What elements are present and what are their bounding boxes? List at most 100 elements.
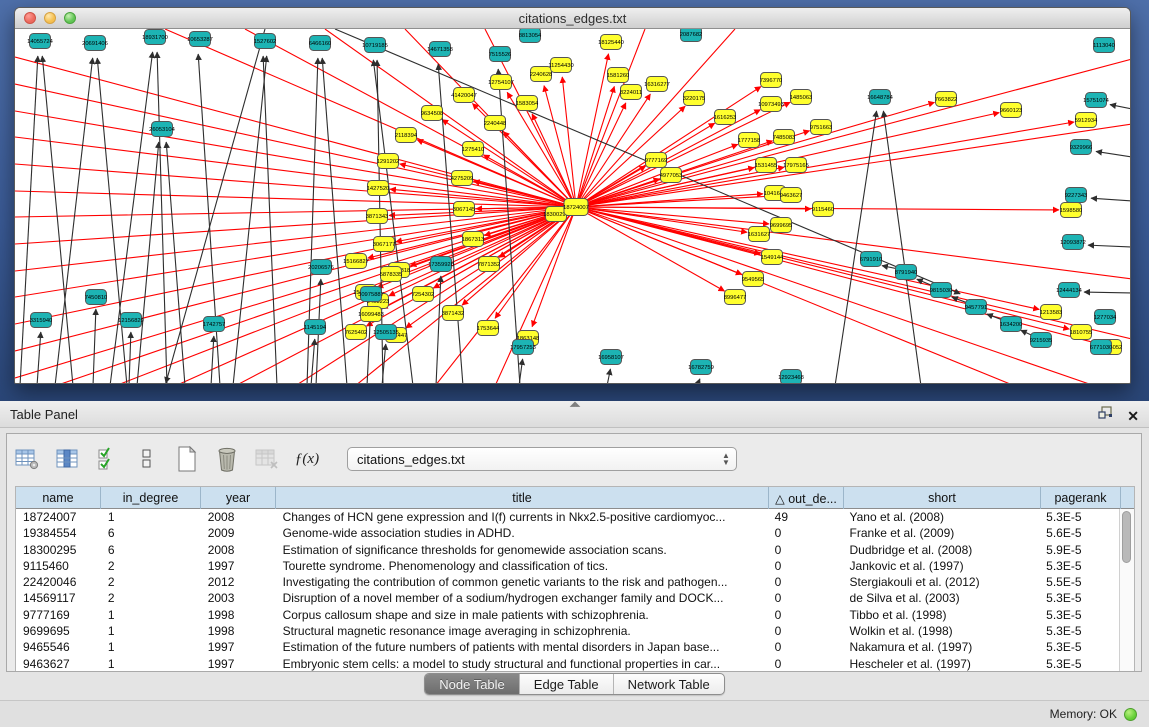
zoom-button[interactable] xyxy=(64,12,76,24)
graph-node-label: 1631627 xyxy=(748,232,771,238)
table-selector-dropdown[interactable]: citations_edges.txt ▲▼ xyxy=(347,447,737,471)
tab-node-table[interactable]: Node Table xyxy=(425,674,520,694)
table-cell: 1 xyxy=(101,623,201,639)
desktop-background: citations_edges.txt 22406281275410741420… xyxy=(0,0,1149,401)
table-cell: 2 xyxy=(101,590,201,606)
graph-node-label: 16958107 xyxy=(598,355,624,361)
new-file-icon[interactable] xyxy=(173,445,201,473)
graph-edge xyxy=(1096,151,1131,157)
table-row[interactable]: 1456911722003Disruption of a novel membe… xyxy=(16,590,1119,606)
graph-node-label: 14671358 xyxy=(427,47,453,53)
table-cell: 6 xyxy=(101,542,201,558)
graph-node-label: 18931700 xyxy=(142,35,168,41)
table-cell: 1 xyxy=(101,656,201,671)
graph-edge xyxy=(211,336,214,384)
table-row[interactable]: 2242004622012Investigating the contribut… xyxy=(16,574,1119,590)
function-builder-icon[interactable]: ƒ(x) xyxy=(293,445,321,473)
graph-node-label: 9463627 xyxy=(780,193,803,199)
table-cell: 2012 xyxy=(201,574,276,590)
column-header-in_degree[interactable]: in_degree xyxy=(101,487,201,509)
graph-node-label: 7450810 xyxy=(85,295,108,301)
delete-icon[interactable] xyxy=(213,445,241,473)
table-cell: Embryonic stem cells: a model to study s… xyxy=(276,656,768,671)
graph-node-label: 16316277 xyxy=(644,82,670,88)
table-row[interactable]: 1938455462009Genome-wide association stu… xyxy=(16,525,1119,541)
table-cell: 18300295 xyxy=(16,542,101,558)
delete-table-icon[interactable] xyxy=(253,445,281,473)
table-cell: Wolkin et al. (1998) xyxy=(843,623,1040,639)
graph-node-label: 8791940 xyxy=(895,270,918,276)
table-cell: 9463627 xyxy=(16,656,101,671)
graph-edge xyxy=(20,56,38,384)
graph-node-label: 1583054 xyxy=(516,101,539,107)
graph-node-label: 1810755 xyxy=(1070,330,1093,336)
graph-node-label: 6771030 xyxy=(1090,345,1113,351)
memory-status-indicator[interactable] xyxy=(1124,708,1137,721)
scrollbar-thumb[interactable] xyxy=(1122,511,1131,563)
table-cell: Franke et al. (2009) xyxy=(843,525,1040,541)
network-canvas[interactable]: 2240628127541074142004796345082118394129… xyxy=(15,29,1131,384)
network-window-titlebar[interactable]: citations_edges.txt xyxy=(15,8,1130,29)
graph-node-label: 16099483 xyxy=(358,312,384,318)
table-row[interactable]: 1872400712008Changes of HCN gene express… xyxy=(16,509,1119,525)
table-cell: 9115460 xyxy=(16,558,101,574)
table-cell: Changes of HCN gene expression and I(f) … xyxy=(276,509,768,525)
table-cell: 1 xyxy=(101,639,201,655)
table-cell: 0 xyxy=(768,623,843,639)
close-icon[interactable]: ✕ xyxy=(1127,408,1139,424)
graph-edge xyxy=(576,54,609,207)
table-panel-title: Table Panel xyxy=(0,407,78,422)
graph-node-label: 1485063 xyxy=(790,95,813,101)
table-row[interactable]: 977716911998Corpus callosum shape and si… xyxy=(16,607,1119,623)
graph-node-label: 7515526 xyxy=(489,52,512,58)
table-cell: 5.3E-5 xyxy=(1039,509,1119,525)
tab-edge-table[interactable]: Edge Table xyxy=(520,674,614,694)
table-row[interactable]: 969969511998Structural magnetic resonanc… xyxy=(16,623,1119,639)
table-panel-header: ◢◣ Table Panel ✕ xyxy=(0,401,1149,428)
column-header-out_de[interactable]: △ out_de... xyxy=(769,487,844,509)
graph-node-label: 8996477 xyxy=(724,295,747,301)
graph-node-label: 2240448 xyxy=(484,121,507,127)
tab-network-table[interactable]: Network Table xyxy=(614,674,724,694)
graph-node-label: 1427520 xyxy=(367,186,390,192)
panel-resize-handle[interactable]: ◢◣ xyxy=(569,402,581,408)
table-row[interactable]: 911546021997Tourette syndrome. Phenomeno… xyxy=(16,558,1119,574)
close-button[interactable] xyxy=(24,12,36,24)
graph-node-label: 1616253 xyxy=(714,115,737,121)
column-header-year[interactable]: year xyxy=(201,487,276,509)
graph-node-label: 1527602 xyxy=(254,39,277,45)
table-cell: Structural magnetic resonance image aver… xyxy=(276,623,768,639)
table-row[interactable]: 1830029562008Estimation of significance … xyxy=(16,542,1119,558)
graph-node-label: 1113040 xyxy=(1093,43,1115,49)
graph-edge xyxy=(245,29,576,207)
table-row[interactable]: 946362711997Embryonic stem cells: a mode… xyxy=(16,656,1119,671)
table-cell: 1 xyxy=(101,509,201,525)
graph-node-label: 3220175 xyxy=(683,96,706,102)
graph-node-label: 17359928 xyxy=(428,262,454,268)
column-header-pagerank[interactable]: pagerank xyxy=(1041,487,1121,509)
graph-edge xyxy=(233,56,267,384)
graph-node-label: 12156829 xyxy=(118,318,144,324)
vertical-scrollbar[interactable] xyxy=(1119,509,1134,671)
table-row[interactable]: 946554611997Estimation of the future num… xyxy=(16,639,1119,655)
graph-node-label: 16782759 xyxy=(688,365,714,371)
graph-node-label: 9699695 xyxy=(770,223,793,229)
graph-node-label: 10719185 xyxy=(362,43,388,49)
table-options-icon[interactable] xyxy=(13,445,41,473)
column-visibility-icon[interactable] xyxy=(53,445,81,473)
graph-edge xyxy=(576,207,1095,384)
graph-node-label: 1275410 xyxy=(462,147,485,153)
table-cell: 5.3E-5 xyxy=(1039,656,1119,671)
column-header-title[interactable]: title xyxy=(276,487,769,509)
minimize-button[interactable] xyxy=(44,12,56,24)
list-icon[interactable] xyxy=(133,445,161,473)
table-cell: 0 xyxy=(768,607,843,623)
float-window-icon[interactable] xyxy=(1098,406,1113,425)
row-select-icon[interactable] xyxy=(93,445,121,473)
graph-node-label: 1531455 xyxy=(755,163,778,169)
graph-edge xyxy=(129,332,131,384)
network-window[interactable]: citations_edges.txt 22406281275410741420… xyxy=(14,7,1131,384)
column-header-short[interactable]: short xyxy=(844,487,1041,509)
table-cell: 5.3E-5 xyxy=(1039,558,1119,574)
column-header-name[interactable]: name xyxy=(16,487,101,509)
